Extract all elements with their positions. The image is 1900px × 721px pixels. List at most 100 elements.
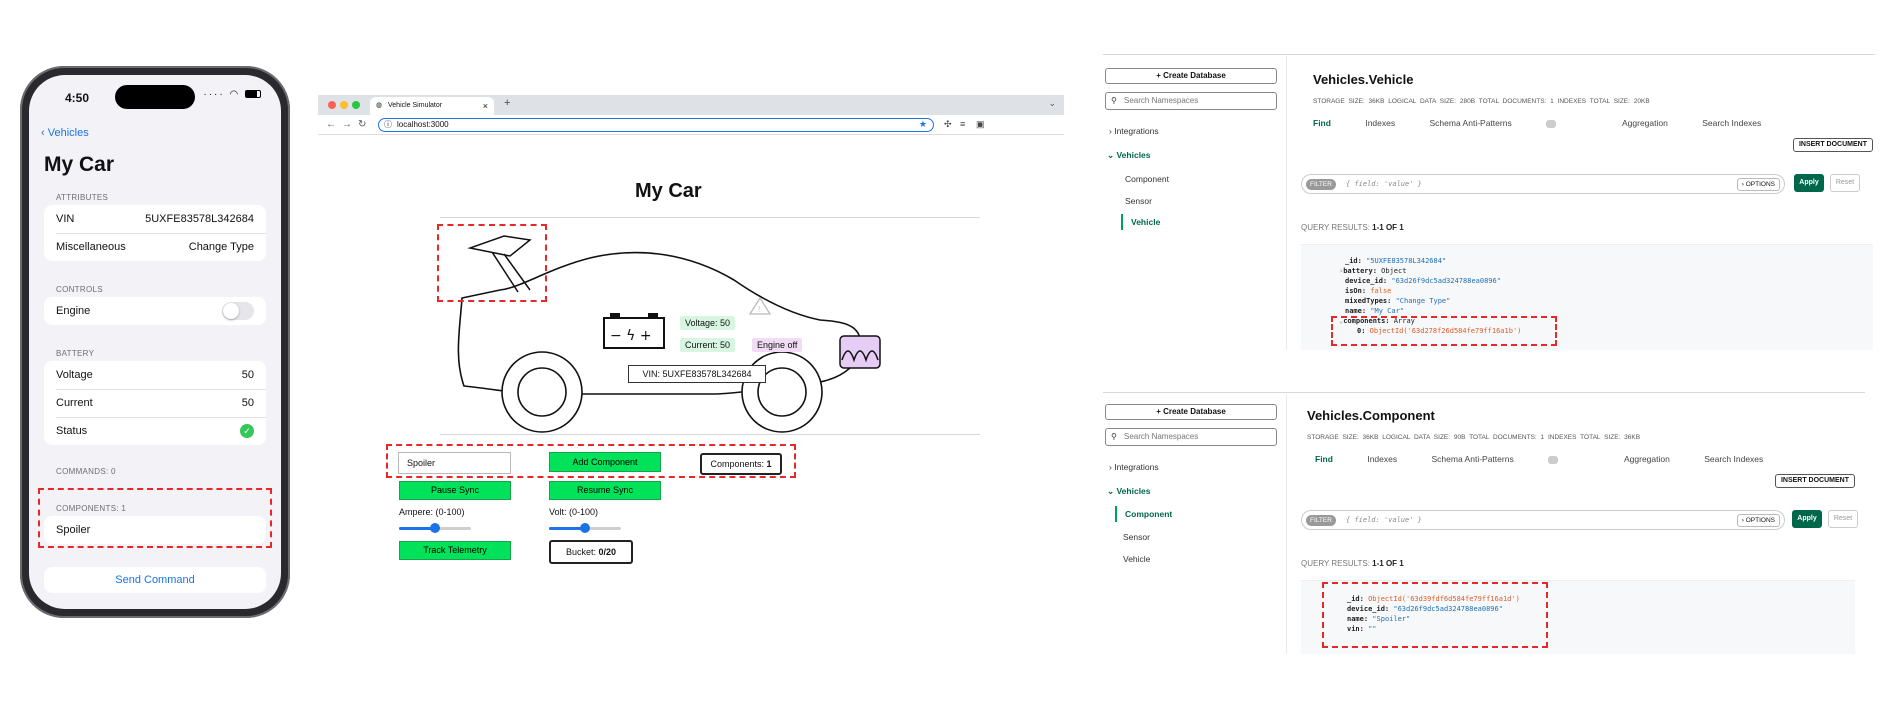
collection-tabs: Find Indexes Schema Anti-Patterns Aggreg… bbox=[1313, 118, 1793, 128]
sidebar-item-sensor[interactable]: Sensor bbox=[1123, 532, 1150, 542]
options-button[interactable]: › OPTIONS bbox=[1736, 514, 1780, 527]
tab-search-indexes[interactable]: Search Indexes bbox=[1702, 118, 1761, 128]
chevron-down-icon[interactable]: ⌄ bbox=[1048, 98, 1056, 109]
components-count: Components: 1 bbox=[700, 453, 782, 475]
ampere-slider[interactable] bbox=[399, 523, 471, 533]
tab-find[interactable]: Find bbox=[1315, 454, 1333, 464]
component-input[interactable]: Spoiler bbox=[398, 452, 511, 474]
minimize-window-icon[interactable] bbox=[340, 101, 348, 109]
attributes-header: ATTRIBUTES bbox=[56, 193, 109, 202]
create-database-button[interactable]: + Create Database bbox=[1105, 68, 1277, 84]
search-namespaces-input[interactable]: ⚲ Search Namespaces bbox=[1105, 428, 1277, 446]
svg-text:!: ! bbox=[758, 305, 760, 314]
tab-indexes[interactable]: Indexes bbox=[1367, 454, 1397, 464]
close-tab-icon[interactable]: × bbox=[483, 97, 488, 115]
tab-aggregation[interactable]: Aggregation bbox=[1622, 118, 1668, 128]
browser-chrome: ◍ Vehicle Simulator × + ⌄ ← → ↻ ⓘ localh… bbox=[318, 95, 1064, 135]
sidebar-icon[interactable]: ▣ bbox=[976, 119, 985, 130]
tab-search-indexes[interactable]: Search Indexes bbox=[1704, 454, 1763, 464]
misc-row[interactable]: Miscellaneous Change Type bbox=[56, 233, 254, 261]
create-database-label: Create Database bbox=[1163, 71, 1226, 80]
field-key: battery: bbox=[1343, 267, 1377, 275]
tab-schema[interactable]: Schema Anti-Patterns bbox=[1429, 118, 1588, 128]
atlas-main: Vehicles.Vehicle STORAGE SIZE: 36KB LOGI… bbox=[1287, 56, 1883, 350]
current-label: Current bbox=[56, 397, 93, 409]
highlight-box bbox=[1331, 316, 1557, 346]
chevron-left-icon: ‹ bbox=[41, 127, 45, 139]
reset-button[interactable]: Reset bbox=[1828, 510, 1858, 528]
filter-bar[interactable]: FILTER { field: 'value' } › OPTIONS bbox=[1301, 510, 1785, 530]
back-button[interactable]: ‹ Vehicles bbox=[41, 127, 89, 139]
tab-indexes[interactable]: Indexes bbox=[1365, 118, 1395, 128]
engine-chip: Engine off bbox=[752, 338, 803, 352]
maximize-window-icon[interactable] bbox=[352, 101, 360, 109]
attributes-group: VIN 5UXFE83578L342684 Miscellaneous Chan… bbox=[44, 205, 266, 261]
misc-value: Change Type bbox=[188, 241, 254, 253]
globe-icon: ◍ bbox=[376, 102, 383, 109]
volt-slider[interactable] bbox=[549, 523, 621, 533]
send-command-button[interactable]: Send Command bbox=[44, 567, 266, 593]
filter-bar[interactable]: FILTER { field: 'value' } › OPTIONS bbox=[1301, 174, 1785, 194]
reset-button[interactable]: Reset bbox=[1830, 174, 1860, 192]
search-namespaces-input[interactable]: ⚲ Search Namespaces bbox=[1105, 92, 1277, 110]
sidebar-item-vehicles[interactable]: ⌄ Vehicles bbox=[1107, 150, 1151, 161]
sidebar-item-component[interactable]: Component bbox=[1115, 506, 1172, 522]
collection-title: Vehicles.Component bbox=[1307, 408, 1435, 423]
insert-document-button[interactable]: INSERT DOCUMENT bbox=[1774, 474, 1855, 488]
track-telemetry-button[interactable]: Track Telemetry bbox=[399, 541, 511, 560]
resume-sync-button[interactable]: Resume Sync bbox=[549, 481, 661, 500]
status-label: Status bbox=[56, 425, 88, 437]
sidebar-item-vehicle[interactable]: Vehicle bbox=[1121, 214, 1160, 230]
reload-icon[interactable]: ↻ bbox=[358, 119, 366, 130]
current-row: Current 50 bbox=[56, 389, 254, 417]
volt-slider-knob[interactable] bbox=[580, 523, 590, 533]
doc-field-battery[interactable]: ›battery: Object bbox=[1339, 267, 1406, 275]
bucket-label: Bucket: bbox=[565, 547, 596, 557]
schema-badge bbox=[1548, 455, 1559, 464]
forward-arrow-icon[interactable]: → bbox=[342, 119, 352, 130]
sidebar-item-integrations[interactable]: › Integrations bbox=[1109, 126, 1159, 136]
divider bbox=[440, 434, 980, 435]
sidebar-item-integrations[interactable]: › Integrations bbox=[1109, 462, 1159, 472]
field-value: Object bbox=[1381, 267, 1407, 275]
sidebar-item-vehicles[interactable]: ⌄ Vehicles bbox=[1107, 486, 1151, 497]
field-value: false bbox=[1370, 287, 1392, 295]
query-results-value: 1-1 OF 1 bbox=[1372, 559, 1404, 568]
new-tab-icon[interactable]: + bbox=[504, 97, 510, 109]
controls-group: Engine bbox=[44, 297, 266, 325]
doc-field-name: name: "My Car" bbox=[1345, 307, 1404, 315]
page-title: My Car bbox=[44, 153, 115, 176]
dynamic-island bbox=[115, 85, 195, 109]
list-icon[interactable]: ≡ bbox=[960, 119, 965, 129]
engine-toggle[interactable] bbox=[222, 302, 254, 320]
close-window-icon[interactable] bbox=[328, 101, 336, 109]
apply-button[interactable]: Apply bbox=[1792, 510, 1822, 528]
tab-aggregation[interactable]: Aggregation bbox=[1624, 454, 1670, 464]
puzzle-icon[interactable]: ✣ bbox=[944, 119, 952, 130]
options-button[interactable]: › OPTIONS bbox=[1736, 178, 1780, 191]
doc-field-device: device_id: "63d26f9dc5ad324788ea0896" bbox=[1345, 277, 1501, 285]
ampere-slider-knob[interactable] bbox=[430, 523, 440, 533]
field-value: "My Car" bbox=[1370, 307, 1405, 315]
query-results-label: QUERY RESULTS: bbox=[1301, 559, 1370, 568]
status-icons: ···· ◠ bbox=[203, 89, 261, 100]
pause-sync-button[interactable]: Pause Sync bbox=[399, 481, 511, 500]
apply-button[interactable]: Apply bbox=[1794, 174, 1824, 192]
signal-icon: ···· bbox=[203, 89, 225, 100]
back-arrow-icon[interactable]: ← bbox=[326, 119, 336, 130]
url-input[interactable]: ⓘ localhost:3000 ★ bbox=[378, 118, 934, 132]
create-database-button[interactable]: + Create Database bbox=[1105, 404, 1277, 420]
sidebar-item-component[interactable]: Component bbox=[1125, 174, 1169, 184]
browser-tab[interactable]: ◍ Vehicle Simulator × bbox=[370, 97, 494, 115]
tab-find[interactable]: Find bbox=[1313, 118, 1331, 128]
tab-schema-label: Schema Anti-Patterns bbox=[1431, 454, 1514, 464]
filter-tag: FILTER bbox=[1306, 515, 1336, 526]
doc-field-mixed: mixedTypes: "Change Type" bbox=[1345, 297, 1450, 305]
add-component-button[interactable]: Add Component bbox=[549, 452, 661, 472]
sidebar-item-vehicle[interactable]: Vehicle bbox=[1123, 554, 1150, 564]
insert-document-button[interactable]: INSERT DOCUMENT bbox=[1792, 138, 1873, 152]
tab-schema[interactable]: Schema Anti-Patterns bbox=[1431, 454, 1590, 464]
sidebar-item-sensor[interactable]: Sensor bbox=[1125, 196, 1152, 206]
tab-title: Vehicle Simulator bbox=[388, 102, 443, 109]
star-icon[interactable]: ★ bbox=[919, 119, 927, 130]
